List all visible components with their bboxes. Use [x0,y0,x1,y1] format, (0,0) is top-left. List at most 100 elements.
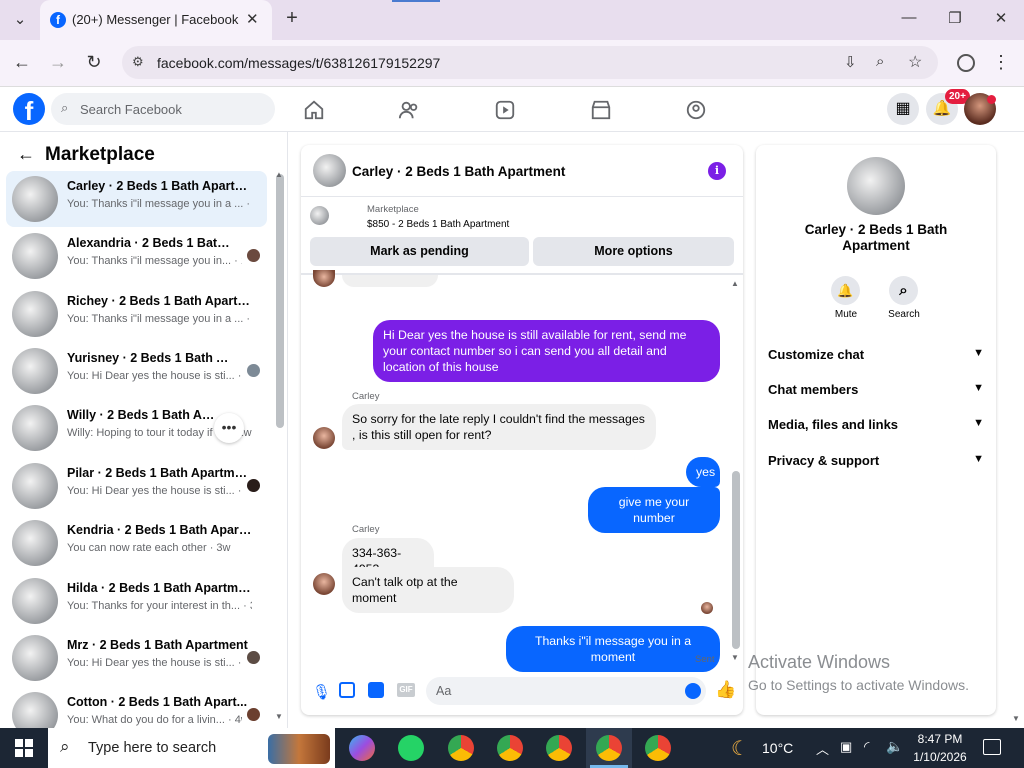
profile-icon[interactable] [957,54,975,72]
taskbar-search-box[interactable]: ⌕ Type here to search [48,728,335,768]
site-info-icon[interactable]: ⚙ [132,54,144,70]
message-input[interactable]: Aa [426,677,706,705]
chat-title[interactable]: Carley · 2 Beds 1 Bath Apartment [352,164,565,179]
zoom-icon[interactable]: ⌕ [876,53,884,70]
section-label: Customize chat [768,347,865,362]
page-scroll-down-icon[interactable]: ▼ [1012,714,1020,723]
conversation-item[interactable]: Kendria · 2 Beds 1 Bath Apartm... You ca… [6,515,267,571]
message-bubble-outgoing[interactable]: yes [686,457,720,487]
clock-time[interactable]: 8:47 PM [911,732,969,746]
browser-tab[interactable]: f (20+) Messenger | Facebook ✕ [40,0,272,40]
conversation-item[interactable]: Carley · 2 Beds 1 Bath Apartment You: Th… [6,171,267,227]
chrome-profile-icon[interactable] [546,735,572,761]
camera-icon[interactable]: ▣ [840,739,852,755]
back-icon[interactable]: ← [10,52,34,72]
conversation-name: Hilda · 2 Beds 1 Bath Apartment [67,581,252,595]
scroll-up-icon[interactable]: ▲ [275,170,283,179]
chat-members-row[interactable]: Chat members ▼ [768,382,984,397]
marketplace-nav-icon[interactable] [577,92,625,128]
message-bubble-outgoing[interactable]: Hi Dear yes the house is still available… [373,320,720,382]
gif-icon[interactable]: GIF [397,683,415,697]
maximize-icon[interactable]: ❐ [944,9,966,29]
listing-thumbnail [12,405,58,451]
message-bubble-incoming[interactable]: So sorry for the late reply I couldn't f… [342,404,656,450]
scroll-down-icon[interactable]: ▼ [275,712,283,721]
back-arrow-icon[interactable]: ← [17,144,35,165]
conversation-item[interactable]: Alexandria · 2 Beds 1 Bath Ap... You: Th… [6,228,267,284]
chevron-down-icon: ▼ [973,453,984,465]
emoji-icon[interactable] [685,683,701,699]
listing-icon [310,206,329,225]
address-bar[interactable]: ⚙ facebook.com/messages/t/63812617915229… [122,46,938,79]
message-bubble-outgoing[interactable]: give me your number [588,487,720,533]
listing-title[interactable]: $850 - 2 Beds 1 Bath Apartment [367,219,509,230]
chrome-profile-icon[interactable] [645,735,671,761]
minimize-icon[interactable]: — [898,8,920,28]
mute-bell-icon[interactable]: 🔔 [831,276,860,305]
groups-nav-icon[interactable] [672,92,720,128]
mark-as-pending-button[interactable]: Mark as pending [310,237,529,266]
sticker-icon[interactable] [368,682,384,698]
tab-close-icon[interactable]: ✕ [246,10,259,28]
seen-avatar [247,479,260,492]
search-icon: ⌕ [61,100,69,115]
listing-photo[interactable] [847,157,905,215]
volume-icon[interactable]: 🔈 [886,738,903,755]
photo-icon[interactable] [339,682,355,698]
microphone-icon[interactable]: 🎙 [312,683,331,701]
search-in-chat-icon[interactable]: ⌕ [889,276,918,305]
chat-listing-avatar[interactable] [313,154,346,187]
weather-temperature[interactable]: 10°C [762,740,793,756]
seen-avatar [247,364,260,377]
forward-icon[interactable]: → [46,52,70,72]
privacy-support-row[interactable]: Privacy & support ▼ [768,453,984,468]
install-app-icon[interactable]: ⇩ [844,53,857,71]
conversation-item[interactable]: Willy · 2 Beds 1 Bath Apartm Willy: Hopi… [6,400,267,456]
message-bubble-incoming[interactable]: Can't talk otp at the moment [342,567,514,613]
home-nav-icon[interactable] [290,92,338,128]
window-close-icon[interactable]: ✕ [990,9,1012,29]
conversation-item[interactable]: Cotton · 2 Beds 1 Bath Apart... You: Wha… [6,687,267,728]
conversation-item[interactable]: Richey · 2 Beds 1 Bath Apartment You: Th… [6,286,267,342]
friends-nav-icon[interactable] [385,92,433,128]
customize-chat-row[interactable]: Customize chat ▼ [768,347,984,362]
reload-icon[interactable]: ↻ [82,52,106,72]
info-icon[interactable]: i [708,162,726,180]
menu-grid-icon[interactable]: ▦ [887,93,919,125]
notification-center-icon[interactable] [983,739,1001,755]
chat-scroll-up-icon[interactable]: ▲ [731,279,739,288]
list-scrollbar[interactable] [276,174,284,428]
more-options-button[interactable]: More options [533,237,734,266]
conversation-name: Pilar · 2 Beds 1 Bath Apartment [67,466,252,480]
chrome-icon[interactable] [448,735,474,761]
conversation-item[interactable]: Hilda · 2 Beds 1 Bath Apartment You: Tha… [6,573,267,629]
weather-moon-icon[interactable]: ☾ [731,736,749,761]
bookmark-star-icon[interactable]: ☆ [908,52,922,72]
conversation-item[interactable]: Yurisney · 2 Beds 1 Bath Apar... You: Hi… [6,343,267,399]
clock-date[interactable]: 1/10/2026 [911,750,969,764]
chrome-profile-icon[interactable] [497,735,523,761]
like-thumb-icon[interactable]: 👍 [715,680,736,700]
tab-list-chevron-icon[interactable]: ⌄ [8,10,32,30]
show-hidden-icons-icon[interactable]: ︿ [816,739,829,758]
browser-menu-icon[interactable]: ⋮ [992,52,1010,72]
facebook-search[interactable]: ⌕ Search Facebook [51,93,275,125]
more-options-icon[interactable]: ••• [214,413,244,443]
whatsapp-icon[interactable] [398,735,424,761]
conversation-item[interactable]: Mrz · 2 Beds 1 Bath Apartment You: Hi De… [6,630,267,686]
conversation-item[interactable]: Pilar · 2 Beds 1 Bath Apartment You: Hi … [6,458,267,514]
listing-source: Marketplace [367,204,419,215]
wifi-icon[interactable]: ◜ [864,738,869,755]
windows-start-icon[interactable] [15,739,33,757]
facebook-logo-icon[interactable]: f [13,93,45,126]
chat-scrollbar[interactable] [732,471,740,649]
conversation-preview: You: Hi Dear yes the house is sti... · 2… [67,485,242,497]
media-files-links-row[interactable]: Media, files and links ▼ [768,417,984,432]
chat-scroll-down-icon[interactable]: ▼ [731,653,739,662]
message-bubble-outgoing[interactable]: Thanks i"il message you in a moment [506,626,720,672]
video-nav-icon[interactable] [481,92,529,128]
conversation-name: Yurisney · 2 Beds 1 Bath Apar... [67,351,237,365]
copilot-icon[interactable] [349,735,375,761]
chrome-active-icon[interactable] [596,735,622,761]
new-tab-icon[interactable]: + [282,8,302,28]
